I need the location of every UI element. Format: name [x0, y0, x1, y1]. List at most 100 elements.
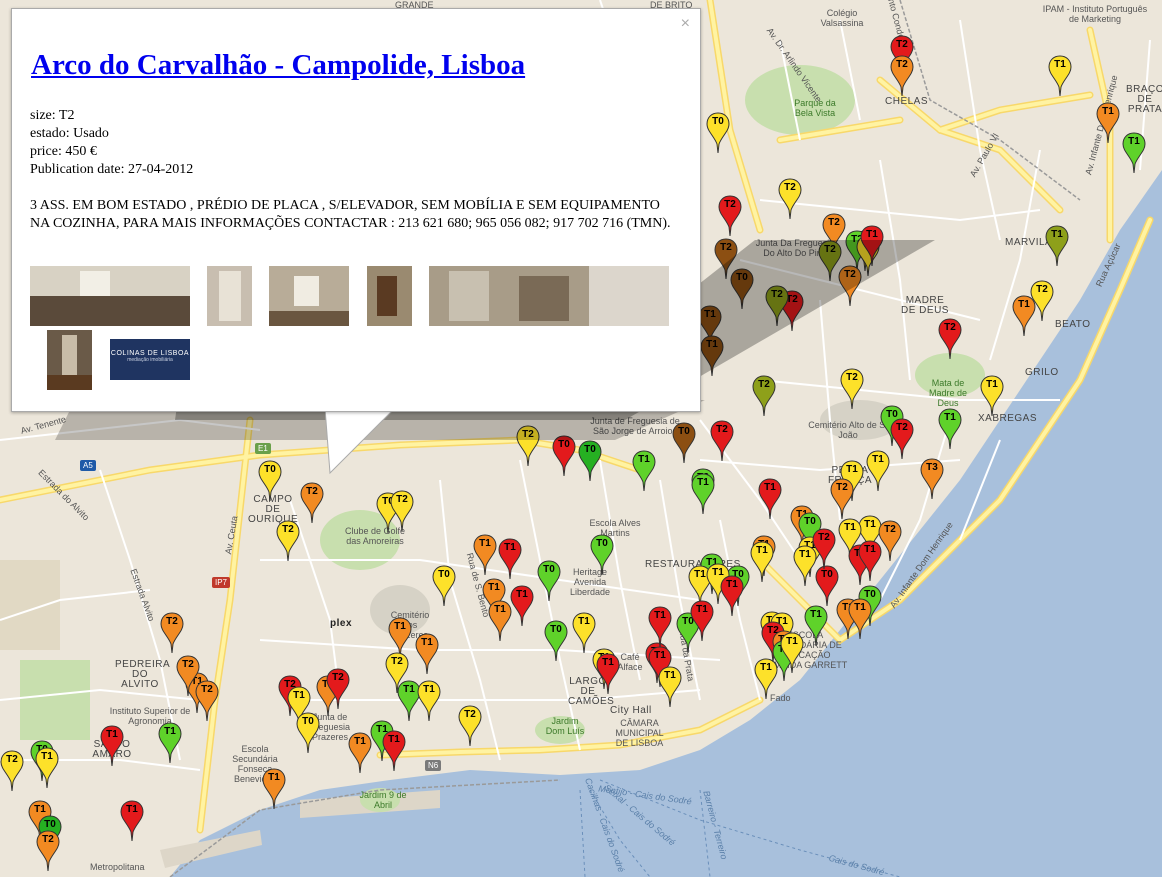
map-marker-label: T2	[818, 532, 830, 543]
map-marker[interactable]: T1	[35, 747, 59, 789]
map-marker[interactable]: T1	[804, 605, 828, 647]
map-marker-label: T1	[126, 804, 138, 815]
map-marker[interactable]: T1	[848, 598, 872, 640]
map-marker[interactable]: T1	[648, 606, 672, 648]
map-marker-label: T2	[944, 322, 956, 333]
map-marker[interactable]: T1	[1122, 132, 1146, 174]
close-icon[interactable]: ×	[681, 15, 690, 33]
listing-description: 3 ASS. EM BOM ESTADO , PRÉDIO DE PLACA ,…	[30, 198, 671, 231]
map-marker-label: T2	[884, 524, 896, 535]
map-marker[interactable]: T0	[590, 534, 614, 576]
map-marker[interactable]: T1	[473, 534, 497, 576]
map-marker[interactable]: T1	[100, 725, 124, 767]
photo-thumbnail-1[interactable]	[30, 266, 190, 326]
map-marker[interactable]: T1	[510, 585, 534, 627]
map-marker[interactable]: T0	[258, 460, 282, 502]
map-marker[interactable]: T2	[160, 612, 184, 654]
map-marker[interactable]: T2	[326, 668, 350, 710]
map-marker[interactable]: T2	[718, 195, 742, 237]
map-marker-label: T1	[354, 736, 366, 747]
map-marker[interactable]: T2	[0, 750, 24, 792]
map-marker[interactable]: T1	[690, 600, 714, 642]
map-marker-label: T2	[391, 656, 403, 667]
map-marker[interactable]: T1	[938, 408, 962, 450]
map-marker-label: T1	[421, 637, 433, 648]
map-marker[interactable]: T1	[348, 732, 372, 774]
map-marker[interactable]: T2	[176, 655, 200, 697]
map-marker-label: T2	[396, 494, 408, 505]
map-marker[interactable]: T1	[1096, 102, 1120, 144]
map-marker[interactable]: T2	[830, 478, 854, 520]
map-label-parque-bela-vista: Parque da Bela Vista	[794, 98, 836, 118]
map-marker[interactable]: T2	[878, 520, 902, 562]
map-label-ipam: IPAM - Instituto Português de Marketing	[1042, 4, 1148, 24]
map-marker-label: T1	[423, 684, 435, 695]
map-marker-label: T1	[602, 657, 614, 668]
map-marker-label: T1	[1018, 299, 1030, 310]
map-marker-label: T0	[264, 464, 276, 475]
map-marker[interactable]: T1	[758, 478, 782, 520]
listing-title-link[interactable]: Arco do Carvalhão - Campolide, Lisboa	[31, 49, 525, 82]
map-marker-label: T1	[268, 772, 280, 783]
map-marker[interactable]: T0	[706, 112, 730, 154]
map-marker[interactable]: T1	[1048, 55, 1072, 97]
map-marker[interactable]: T1	[120, 800, 144, 842]
map-marker[interactable]: T0	[432, 565, 456, 607]
photo-thumbnail-6[interactable]	[47, 330, 92, 390]
agency-logo[interactable]: COLINAS DE LISBOA mediação imobiliária	[110, 339, 190, 380]
map-marker[interactable]: T2	[938, 318, 962, 360]
road-shield-n6: N6	[425, 760, 442, 771]
map-label-jardim-dom-luis: Jardim Dom Luís	[545, 716, 585, 736]
map-label-plex: plex	[330, 618, 353, 629]
photo-thumbnail-3[interactable]	[269, 266, 349, 326]
map-marker[interactable]: T1	[658, 666, 682, 708]
map-marker[interactable]: T2	[300, 482, 324, 524]
map-marker[interactable]: T2	[458, 705, 482, 747]
map-marker[interactable]: T2	[778, 178, 802, 220]
listing-properties: size: T2 estado: Usado price: 450 € Publ…	[30, 107, 193, 179]
map-marker[interactable]: T0	[537, 560, 561, 602]
photo-thumbnail-2[interactable]	[207, 266, 252, 326]
map-marker[interactable]: T1	[262, 768, 286, 810]
map-marker[interactable]: T1	[158, 722, 182, 764]
info-window: × Arco do Carvalhão - Campolide, Lisboa …	[11, 8, 701, 412]
map-marker[interactable]: T1	[750, 541, 774, 583]
map-marker[interactable]: T1	[980, 375, 1004, 417]
map-marker[interactable]: T1	[498, 538, 522, 580]
map-marker[interactable]: T2	[276, 520, 300, 562]
map-marker[interactable]: T2	[890, 55, 914, 97]
map-marker-label: T1	[1051, 229, 1063, 240]
map-canvas[interactable]: GRANDE DE BRITO Colégio Valsassina IPAM …	[0, 0, 1162, 877]
map-marker-label: T1	[846, 464, 858, 475]
map-label-braco-de-prata: BRAÇO DE PRATA	[1125, 84, 1162, 115]
map-marker-label: T1	[293, 690, 305, 701]
map-marker[interactable]: T1	[382, 730, 406, 772]
photo-thumbnail-4[interactable]	[367, 266, 412, 326]
map-marker[interactable]: T0	[544, 620, 568, 662]
map-marker-label: T1	[764, 482, 776, 493]
map-marker-label: T1	[654, 650, 666, 661]
map-marker-label: T1	[516, 589, 528, 600]
map-marker-label: T1	[810, 609, 822, 620]
map-marker[interactable]: T2	[390, 490, 414, 532]
map-marker-label: T1	[106, 729, 118, 740]
map-marker[interactable]: T0	[296, 712, 320, 754]
map-marker[interactable]: T1	[1045, 225, 1069, 267]
photo-thumbnail-5[interactable]	[429, 266, 669, 326]
map-marker[interactable]: T1	[691, 473, 715, 515]
road-shield-ip7: IP7	[212, 577, 231, 588]
map-marker[interactable]: T1	[415, 633, 439, 675]
map-marker[interactable]: T1	[780, 632, 804, 674]
map-marker[interactable]: T1	[1012, 295, 1036, 337]
map-marker-label: T1	[578, 616, 590, 627]
map-marker[interactable]: T1	[793, 545, 817, 587]
listing-size: size: T2	[30, 108, 75, 123]
map-marker[interactable]: T2	[36, 830, 60, 872]
map-marker[interactable]: T3	[920, 458, 944, 500]
map-marker[interactable]: T1	[720, 575, 744, 617]
map-marker-label: T1	[799, 549, 811, 560]
map-marker[interactable]: T1	[417, 680, 441, 722]
map-marker[interactable]: T1	[596, 653, 620, 695]
map-marker[interactable]: T1	[488, 600, 512, 642]
map-marker-label: T0	[804, 516, 816, 527]
